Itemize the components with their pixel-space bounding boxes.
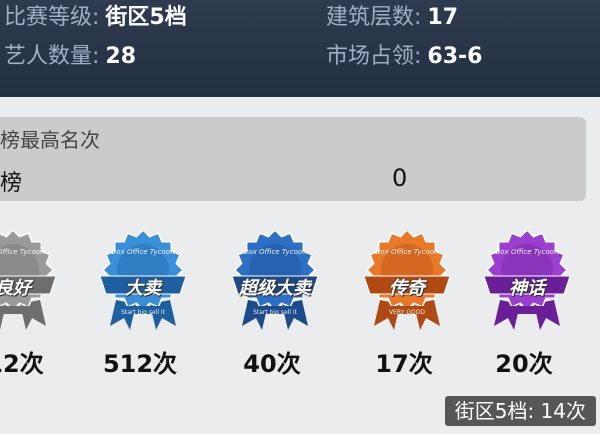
badge-3[interactable]: Box Office Tycoon 传奇 VERY GOOD (364, 230, 450, 338)
badge-count: 40次 (243, 350, 301, 378)
badge-4[interactable]: Box Office Tycoon 神话 (484, 230, 570, 338)
stat-artists-value: 28 (105, 44, 137, 69)
badge-arc-text: Box Office Tycoon (375, 248, 439, 256)
badge-count: 20次 (495, 350, 553, 378)
badge-label: 神话 (509, 278, 545, 299)
badge-count: 12次 (0, 350, 44, 378)
stat-artists: 艺人数量: 28 (4, 42, 136, 72)
rank-panel: 榜最高名次 榜 0 (0, 117, 586, 201)
stat-artists-label: 艺人数量: (4, 44, 100, 69)
badge-label: 传奇 (389, 278, 425, 299)
stat-floors-value: 17 (427, 5, 459, 30)
tooltip: 街区5档: 14次 (444, 396, 596, 426)
badge-2[interactable]: Box Office Tycoon 超级大卖 Start big sell it (232, 230, 318, 338)
badge-label: 超级大卖 (239, 278, 311, 299)
badge-1[interactable]: Box Office Tycoon 大卖 Start big sell it (100, 230, 186, 338)
badge-count: 17次 (375, 350, 433, 378)
badge-label: 良好 (0, 278, 31, 299)
badge-arc-text: Box Office Tycoon (243, 248, 307, 256)
badge-arc-text: Box Office Tycoon (495, 248, 559, 256)
badge-0[interactable]: Box Office Tycoon 良好 (0, 230, 56, 338)
stat-share-label: 市场占领: (326, 44, 422, 69)
badge-label: 大卖 (125, 278, 161, 299)
stat-share-value: 63-6 (427, 44, 483, 69)
stat-floors: 建筑层数: 17 (326, 3, 458, 33)
stats-panel: 比赛等级: 街区5档 建筑层数: 17 艺人数量: 28 市场占领: 63-6 (0, 0, 600, 97)
rank-value: 0 (392, 164, 408, 192)
badge-arc-text: Box Office Tycoon (111, 248, 175, 256)
stat-share: 市场占领: 63-6 (326, 42, 482, 72)
badge-subtext: Start big sell it (253, 309, 297, 316)
badge-count: 512次 (102, 350, 178, 378)
rank-title: 榜最高名次 (0, 128, 100, 152)
rank-name: 榜 (0, 171, 23, 196)
badge-subtext: Start big sell it (121, 309, 165, 316)
stat-level-value: 街区5档 (105, 5, 187, 30)
badge-subtext: VERY GOOD (389, 309, 425, 316)
stat-level-label: 比赛等级: (4, 5, 100, 30)
stat-floors-label: 建筑层数: (326, 5, 422, 30)
stat-level: 比赛等级: 街区5档 (4, 3, 187, 33)
badge-arc-text: Box Office Tycoon (0, 248, 45, 256)
